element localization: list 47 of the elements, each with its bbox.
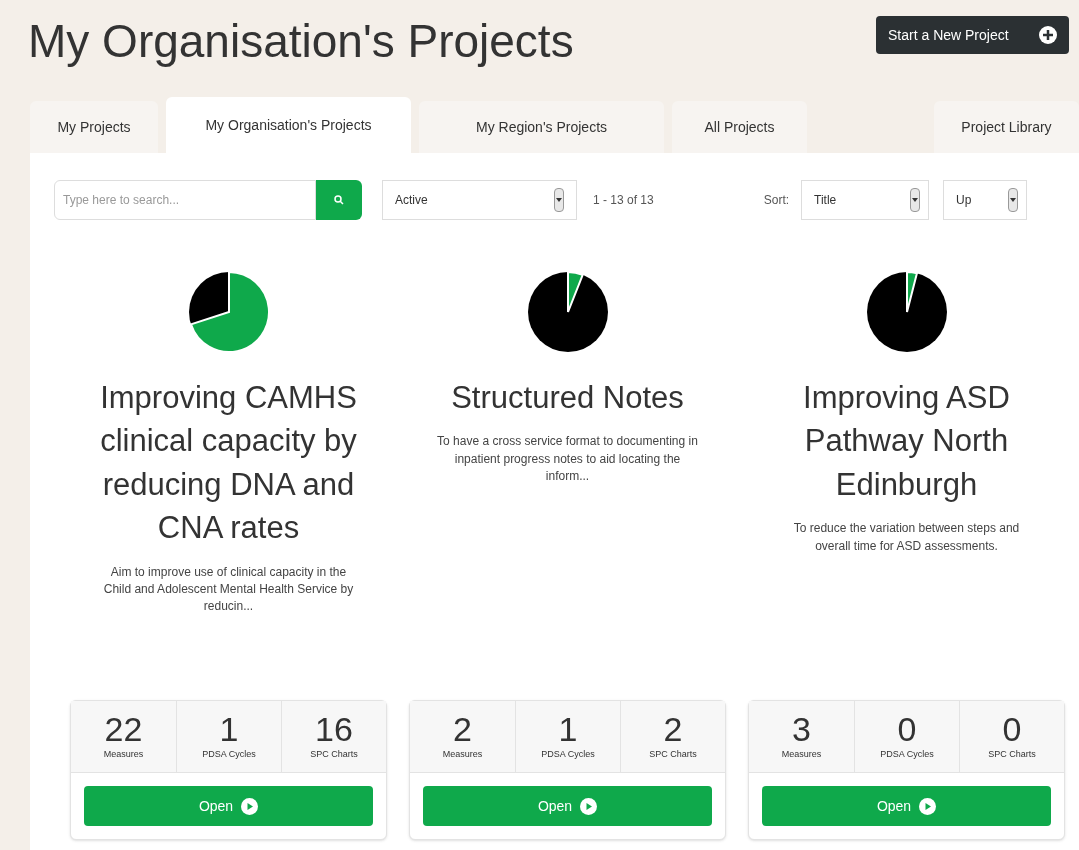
stat-value: 1 bbox=[558, 711, 578, 746]
result-count: 1 - 13 of 13 bbox=[593, 192, 654, 209]
sort-field-dropdown[interactable]: Title bbox=[801, 180, 930, 220]
new-project-button[interactable]: Start a New Project bbox=[876, 16, 1069, 54]
project-description: To reduce the variation between steps and overall time for ASD assessments. bbox=[792, 520, 1021, 555]
project-title: Improving CAMHS clinical capacity by reducing DNA and CNA rates bbox=[99, 379, 358, 548]
stat-value: 16 bbox=[315, 711, 353, 746]
stat-label: PDSA Cycles bbox=[541, 747, 595, 761]
dropdown-arrow-icon[interactable] bbox=[1008, 188, 1019, 212]
stat-label: PDSA Cycles bbox=[880, 747, 934, 761]
stat-value: 2 bbox=[453, 711, 472, 746]
play-circle-icon bbox=[919, 797, 937, 815]
pie-chart-icon bbox=[525, 270, 610, 354]
sort-direction-dropdown[interactable]: Up bbox=[943, 180, 1028, 220]
tab[interactable]: My Region's Projects bbox=[419, 101, 664, 153]
dropdown-arrow-icon[interactable] bbox=[910, 188, 921, 212]
project-description: To have a cross service format to documenting in inpatient progress notes to aid locating the inform... bbox=[436, 433, 699, 486]
stat-value: 0 bbox=[897, 711, 917, 746]
pie-chart-icon bbox=[864, 270, 949, 354]
search-field[interactable]: Type here to search... bbox=[54, 180, 316, 220]
stat-label: Measures bbox=[442, 747, 483, 761]
stat-label: SPC Charts bbox=[649, 747, 697, 761]
stat-value: 22 bbox=[104, 711, 143, 746]
stat-value: 2 bbox=[663, 711, 683, 746]
plus-circle-icon bbox=[1039, 26, 1057, 44]
tab[interactable]: All Projects bbox=[672, 101, 807, 153]
sort-label: Sort: bbox=[763, 192, 790, 209]
stat-label: SPC Charts bbox=[988, 747, 1036, 761]
tab[interactable]: My Projects bbox=[30, 101, 158, 153]
project-title: Improving ASD Pathway North Edinburgh bbox=[802, 379, 1011, 504]
stat-value: 0 bbox=[1002, 711, 1022, 746]
stat-label: Measures bbox=[781, 747, 822, 761]
project-title: Structured Notes bbox=[450, 379, 685, 417]
search-icon bbox=[334, 195, 344, 205]
stat-value: 3 bbox=[792, 711, 811, 746]
dropdown-arrow-icon[interactable] bbox=[554, 188, 564, 212]
stat-value: 1 bbox=[219, 711, 239, 746]
pie-chart-icon bbox=[186, 270, 271, 354]
play-circle-icon bbox=[580, 797, 598, 815]
stat-label: Measures bbox=[103, 747, 144, 761]
project-description: Aim to improve use of clinical capacity in the Child and Adolescent Mental Health Service by reducin... bbox=[102, 563, 355, 616]
play-circle-icon bbox=[241, 797, 259, 815]
tab[interactable]: My Organisation's Projects bbox=[166, 97, 411, 153]
tab[interactable]: Project Library bbox=[934, 101, 1079, 153]
status-dropdown[interactable]: Active bbox=[382, 180, 577, 220]
stat-label: PDSA Cycles bbox=[202, 747, 256, 761]
stat-label: SPC Charts bbox=[310, 747, 358, 761]
